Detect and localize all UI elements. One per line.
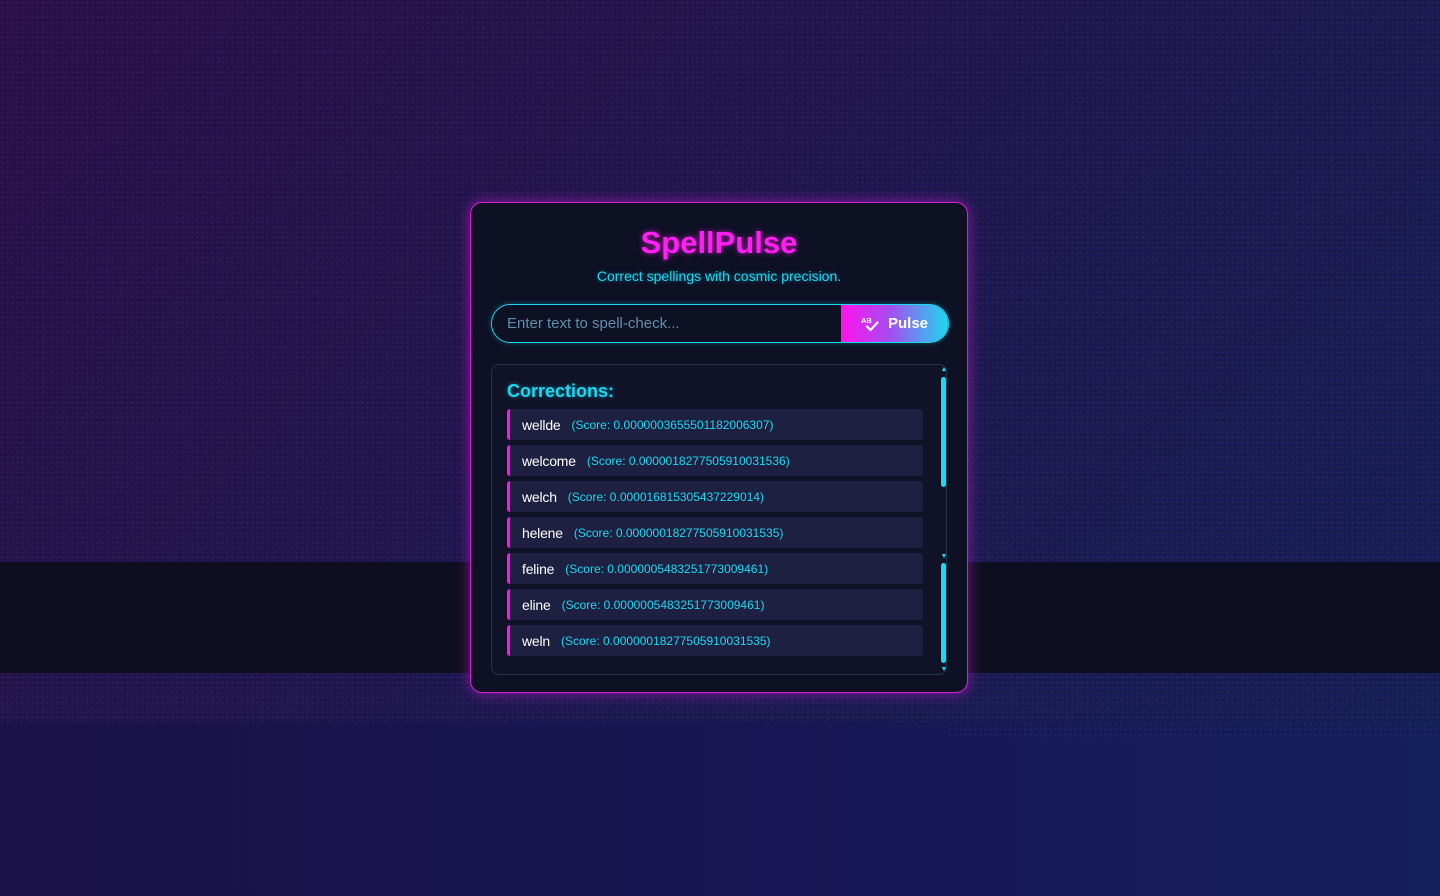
- corrections-heading: Corrections:: [507, 381, 615, 401]
- spell-check-input[interactable]: [492, 305, 841, 342]
- scroll-down-arrow-icon[interactable]: ▼: [940, 553, 946, 561]
- background-lower: [0, 722, 1440, 896]
- correction-item[interactable]: eline (Score: 0.0000005483251773009461): [507, 589, 923, 620]
- correction-item[interactable]: helene (Score: 0.00000018277505910031535…: [507, 517, 923, 548]
- corrections-scrollbar[interactable]: ▲ ▼ ▼: [940, 365, 946, 674]
- correction-word: welch: [522, 488, 557, 505]
- correction-score: (Score: 0.0000005483251773009461): [561, 597, 765, 612]
- scroll-thumb[interactable]: [941, 377, 946, 487]
- spell-check-form: AB Pulse: [491, 304, 949, 343]
- scroll-thumb-duplicate[interactable]: [941, 563, 946, 663]
- correction-word: wellde: [522, 416, 561, 433]
- correction-score: (Score: 0.000016815305437229014): [567, 489, 764, 504]
- pulse-button[interactable]: AB Pulse: [841, 305, 948, 342]
- correction-word: eline: [522, 596, 551, 613]
- correction-item[interactable]: feline (Score: 0.0000005483251773009461): [507, 553, 923, 584]
- spell-check-icon: AB: [861, 316, 879, 332]
- corrections-panel[interactable]: Corrections: wellde (Score: 0.0000003655…: [491, 364, 947, 675]
- correction-item[interactable]: welcome (Score: 0.0000018277505910031536…: [507, 445, 923, 476]
- correction-score: (Score: 0.0000005483251773009461): [565, 561, 769, 576]
- correction-score: (Score: 0.00000018277505910031535): [561, 633, 771, 648]
- corrections-list: wellde (Score: 0.0000003655501182006307)…: [507, 409, 923, 661]
- correction-item[interactable]: wellde (Score: 0.0000003655501182006307): [507, 409, 923, 440]
- spellpulse-card: SpellPulse Correct spellings with cosmic…: [470, 202, 968, 693]
- app-subtitle: Correct spellings with cosmic precision.: [596, 268, 842, 284]
- correction-word: welcome: [522, 452, 576, 469]
- scroll-up-arrow-icon[interactable]: ▲: [940, 366, 946, 374]
- correction-item[interactable]: weln (Score: 0.00000018277505910031535): [507, 625, 923, 656]
- correction-word: helene: [522, 524, 563, 541]
- svg-text:AB: AB: [861, 316, 872, 325]
- background-texture-strip: [948, 722, 1440, 739]
- scroll-down-arrow-icon[interactable]: ▼: [940, 666, 946, 674]
- app-title: SpellPulse: [640, 225, 798, 260]
- correction-score: (Score: 0.0000003655501182006307): [571, 417, 774, 432]
- correction-score: (Score: 0.00000018277505910031535): [573, 525, 784, 540]
- correction-score: (Score: 0.0000018277505910031536): [586, 453, 790, 468]
- correction-word: weln: [522, 632, 550, 649]
- correction-item[interactable]: welch (Score: 0.000016815305437229014): [507, 481, 923, 512]
- pulse-button-label: Pulse: [887, 315, 929, 332]
- correction-word: feline: [522, 560, 555, 577]
